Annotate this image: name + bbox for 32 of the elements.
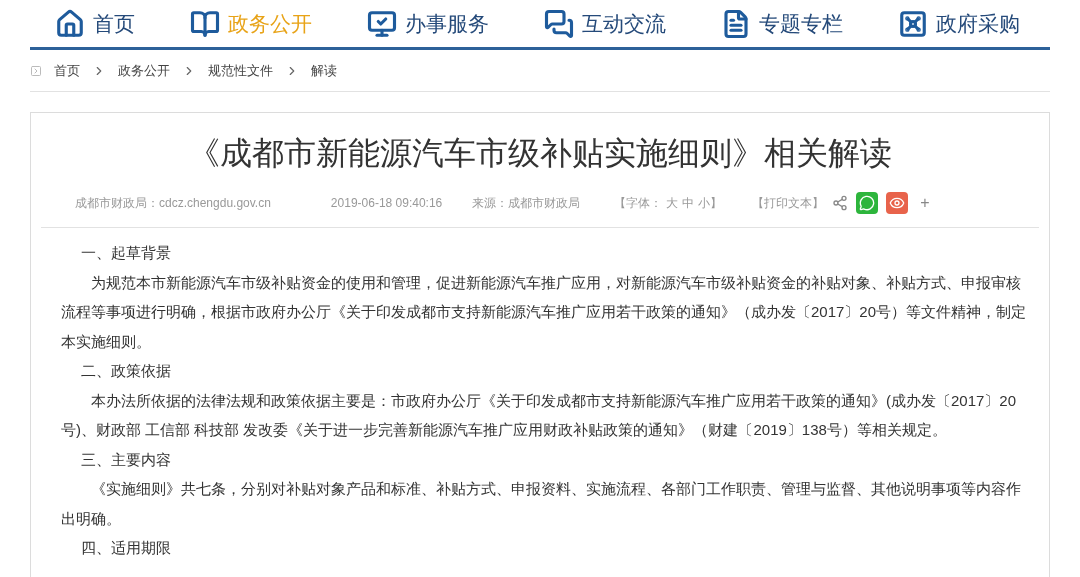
section-heading: 三、主要内容 (80, 449, 172, 470)
section-heading: 一、起草背景 (80, 243, 172, 263)
font-size-end: 】 (710, 195, 723, 212)
breadcrumb-icon (30, 64, 42, 77)
chat-icon (544, 8, 574, 39)
source-info: 来源：成都市财政局 (472, 195, 581, 212)
book-icon (190, 8, 220, 39)
publish-date: 2019-06-18 09:40:16 (330, 195, 443, 212)
nav-link[interactable]: 办事服务 (367, 7, 489, 40)
house-icon (55, 8, 85, 39)
section-heading: 二、政策依据 (80, 361, 172, 381)
safe-icon (898, 8, 928, 39)
wechat-share-icon[interactable] (856, 192, 879, 214)
document-icon (721, 8, 751, 39)
section-heading: 四、适用期限 (80, 538, 172, 558)
share-icon[interactable] (832, 195, 849, 211)
breadcrumb-link[interactable]: 政务公开 (118, 60, 170, 81)
more-button[interactable]: + (920, 191, 930, 215)
font-size-label: 【字体： (614, 195, 663, 212)
nav-link[interactable]: 首页 (55, 7, 135, 40)
article-title: 《成都市新能源汽车市级补贴实施细则》相关解读 (187, 134, 893, 173)
breadcrumb-link[interactable]: 首页 (54, 60, 80, 81)
nav-link[interactable]: 互动交流 (544, 7, 666, 40)
breadcrumb-link[interactable]: 规范性文件 (208, 60, 273, 81)
body-paragraph: 本办法所依据的法律法规和政策依据主要是：市政府办公厅《关于印发成都市支持新能源汽车推广应用若干政策的通知》(成办发〔2017〕20号)、财政部 工信部 科技部 发改委《关于进一步完善新能源汽车推广应用财政补贴政策的通知》（财建〔2019〕138号）等相关规定。 (61, 390, 1018, 440)
monitor-icon (367, 8, 397, 39)
body-paragraph: 为规范本市新能源汽车市级补贴资金的使用和管理，促进新能源汽车推广应用，对新能源汽车市级补贴资金的补贴对象、补贴方式、申报审核流程等事项进行明确，根据市政府办公厅《关于印发成都市支持新能源汽车推广应用若干政策的通知》（成办发〔2017〕20号）等文件精神，制定本实施细则。 (61, 272, 1028, 352)
nav-link[interactable]: 专题专栏 (721, 7, 843, 40)
breadcrumb-link[interactable]: 解读 (311, 60, 337, 81)
nav-link[interactable]: 政府采购 (898, 7, 1020, 40)
site-info: 成都市财政局：cdcz.chengdu.gov.cn (75, 195, 271, 212)
body-paragraph: 《实施细则》共七条，分别对补贴对象产品和标准、补贴方式、申报资料、实施流程、各部门工作职责、管理与监督、其他说明事项等内容作出明确。 (61, 479, 1022, 529)
